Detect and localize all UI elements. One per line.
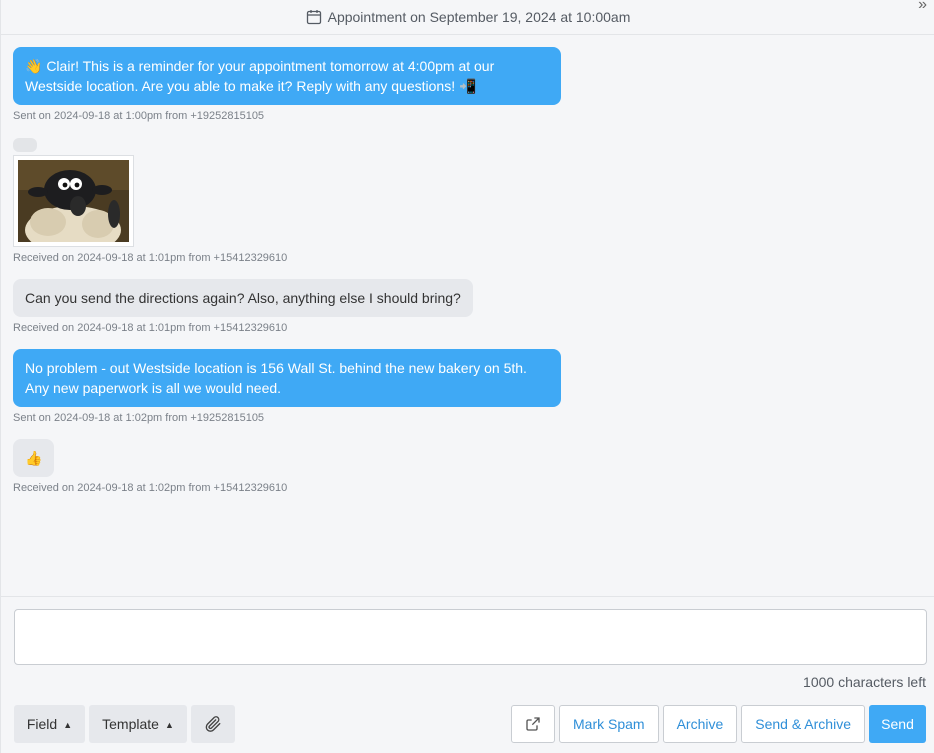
message-meta: Received on 2024-09-18 at 1:02pm from +1…	[13, 482, 288, 494]
empty-text-bubble	[13, 138, 37, 152]
template-dropdown-button[interactable]: Template ▲	[89, 705, 187, 743]
message-input[interactable]	[14, 609, 927, 665]
composer-divider	[1, 596, 934, 597]
appointment-title: Appointment on September 19, 2024 at 10:…	[327, 9, 631, 25]
composer-toolbar-right: Mark Spam Archive Send & Archive Send	[511, 705, 926, 743]
message-thread: 👋 Clair! This is a reminder for your app…	[13, 47, 913, 495]
message-sent: 👋 Clair! This is a reminder for your app…	[13, 47, 913, 123]
sheep-image	[18, 160, 129, 242]
collapse-panel-icon[interactable]: »	[918, 0, 927, 14]
message-meta: Sent on 2024-09-18 at 1:00pm from +19252…	[13, 110, 265, 122]
chevron-up-icon: ▲	[164, 720, 174, 730]
send-button[interactable]: Send	[869, 705, 926, 743]
message-meta: Sent on 2024-09-18 at 1:02pm from +19252…	[13, 412, 265, 424]
field-dropdown-button[interactable]: Field ▲	[14, 705, 85, 743]
composer-toolbar-left: Field ▲ Template ▲	[14, 705, 235, 743]
characters-left-counter: 1000 characters left	[803, 674, 926, 690]
message-meta: Received on 2024-09-18 at 1:01pm from +1…	[13, 252, 288, 264]
attach-file-button[interactable]	[191, 705, 235, 743]
message-bubble: No problem - out Westside location is 15…	[13, 349, 561, 407]
send-and-archive-button[interactable]: Send & Archive	[741, 705, 865, 743]
message-sent: No problem - out Westside location is 15…	[13, 349, 913, 425]
paperclip-icon	[205, 716, 221, 732]
chevron-up-icon: ▲	[63, 720, 73, 730]
field-button-label: Field	[26, 716, 58, 732]
calendar-icon	[306, 10, 321, 25]
conversation-header: Appointment on September 19, 2024 at 10:…	[1, 0, 934, 35]
archive-button[interactable]: Archive	[662, 705, 738, 743]
message-received: Can you send the directions again? Also,…	[13, 279, 913, 335]
mark-spam-button[interactable]: Mark Spam	[559, 705, 659, 743]
template-button-label: Template	[102, 716, 159, 732]
image-attachment[interactable]	[13, 155, 134, 247]
message-received: Received on 2024-09-18 at 1:01pm from +1…	[13, 138, 913, 265]
external-link-icon	[526, 717, 540, 731]
message-received: 👍 Received on 2024-09-18 at 1:02pm from …	[13, 439, 913, 495]
message-meta: Received on 2024-09-18 at 1:01pm from +1…	[13, 322, 288, 334]
message-bubble: Can you send the directions again? Also,…	[13, 279, 473, 317]
message-bubble: 👋 Clair! This is a reminder for your app…	[13, 47, 561, 105]
message-bubble: 👍	[13, 439, 55, 477]
open-external-button[interactable]	[511, 705, 555, 743]
